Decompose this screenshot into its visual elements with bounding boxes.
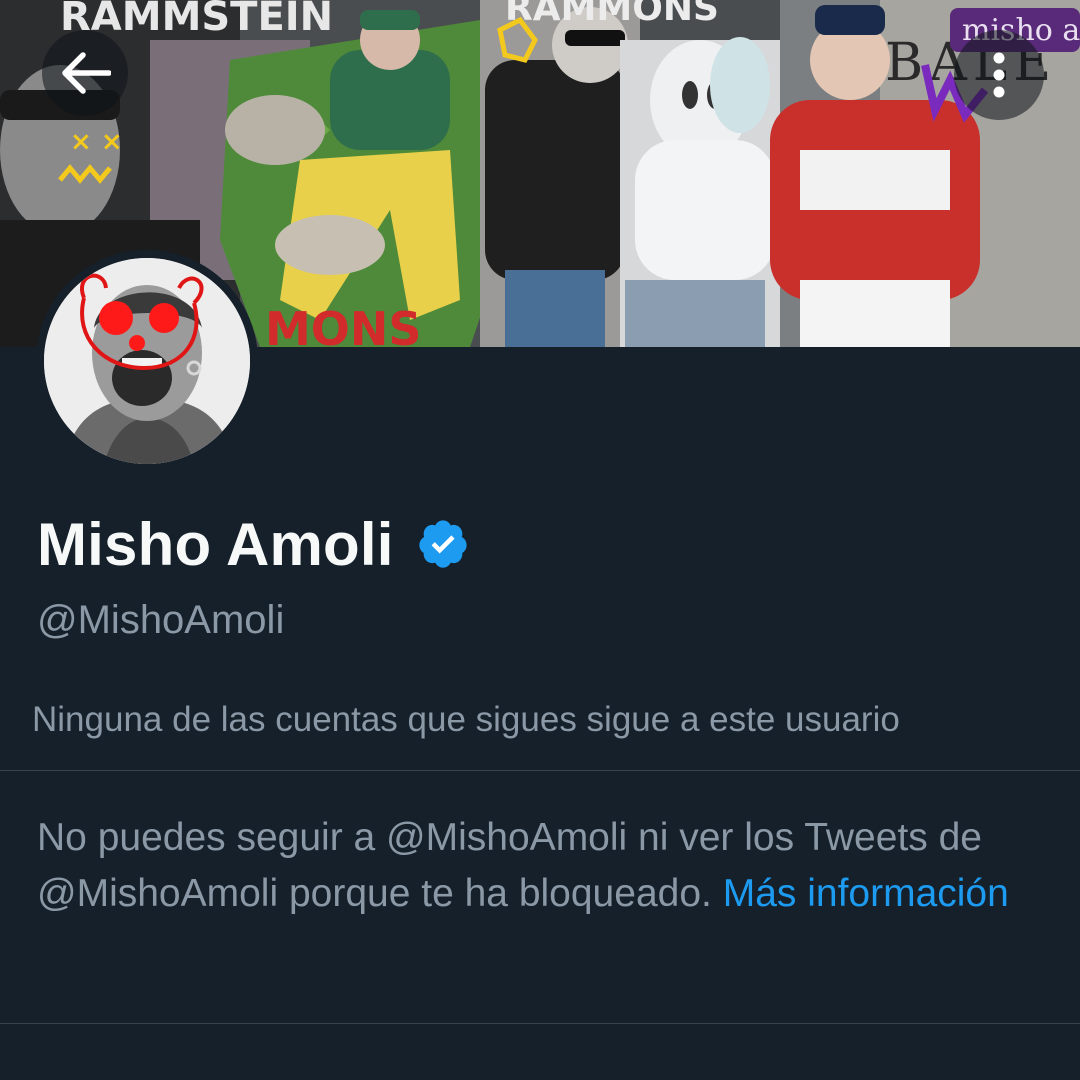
more-options-button[interactable] (954, 30, 1044, 120)
back-button[interactable] (42, 30, 128, 116)
verified-badge-icon[interactable] (416, 517, 470, 571)
arrow-left-icon (59, 51, 111, 95)
blocked-notice: No puedes seguir a @MishoAmoli ni ver lo… (37, 810, 1047, 922)
banner-text-top-center: RAMMONS (505, 0, 719, 29)
svg-text:× ×: × × (70, 127, 123, 157)
display-name-row: Misho Amoli (37, 508, 470, 580)
banner-text-bottom-left: MONS (265, 302, 422, 347)
learn-more-link[interactable]: Más información (723, 872, 1009, 915)
divider-top (0, 770, 1080, 771)
profile-avatar[interactable] (36, 250, 258, 472)
profile-handle: @MishoAmoli (37, 598, 285, 642)
more-vertical-icon (991, 51, 1007, 99)
divider-bottom (0, 1023, 1080, 1024)
avatar-image (44, 258, 250, 464)
display-name: Misho Amoli (37, 510, 394, 578)
followers-you-know-text[interactable]: Ninguna de las cuentas que sigues sigue … (32, 700, 900, 740)
